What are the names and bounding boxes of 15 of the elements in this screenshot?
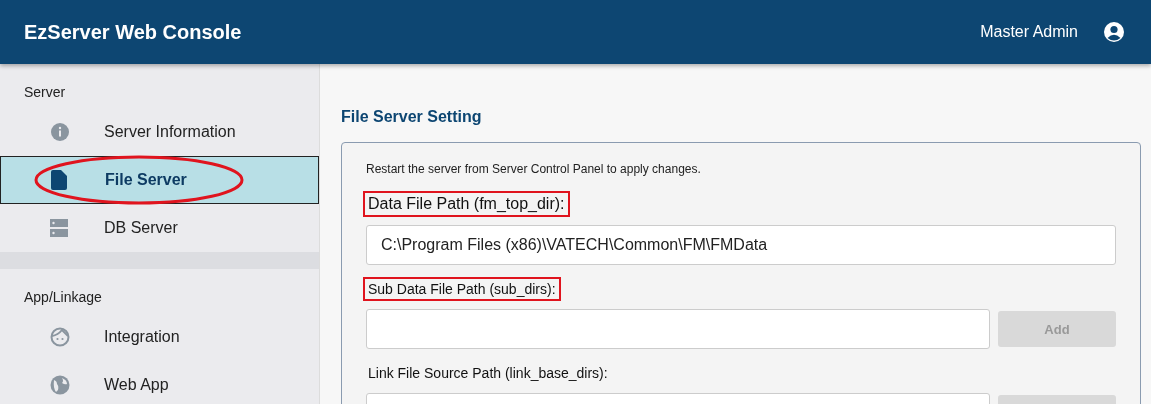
- field-label: Data File Path (fm_top_dir):: [363, 191, 570, 217]
- sidebar-item[interactable]: Web App: [0, 361, 319, 404]
- sidebar-item[interactable]: File Server: [0, 156, 319, 204]
- sidebar-item[interactable]: DB Server: [0, 204, 319, 252]
- field-label: Link File Source Path (link_base_dirs):: [367, 364, 609, 383]
- section-title: File Server Setting: [341, 108, 483, 126]
- notice-text: Restart the server from Server Control Panel to apply changes.: [366, 162, 702, 176]
- app-title: EzServer Web Console: [24, 20, 243, 44]
- group-label: Server: [23, 83, 67, 102]
- group-label: App/Linkage: [23, 288, 103, 307]
- path-input[interactable]: C:\Program Files (x86)\VATECH\Common\FM\FMData: [366, 225, 1116, 265]
- sidebar-item[interactable]: Server Information: [0, 108, 319, 156]
- user-name[interactable]: Master Admin: [980, 23, 1078, 41]
- field-label: Sub Data File Path (sub_dirs):: [363, 277, 561, 301]
- sidebar-item[interactable]: Integration: [0, 313, 319, 361]
